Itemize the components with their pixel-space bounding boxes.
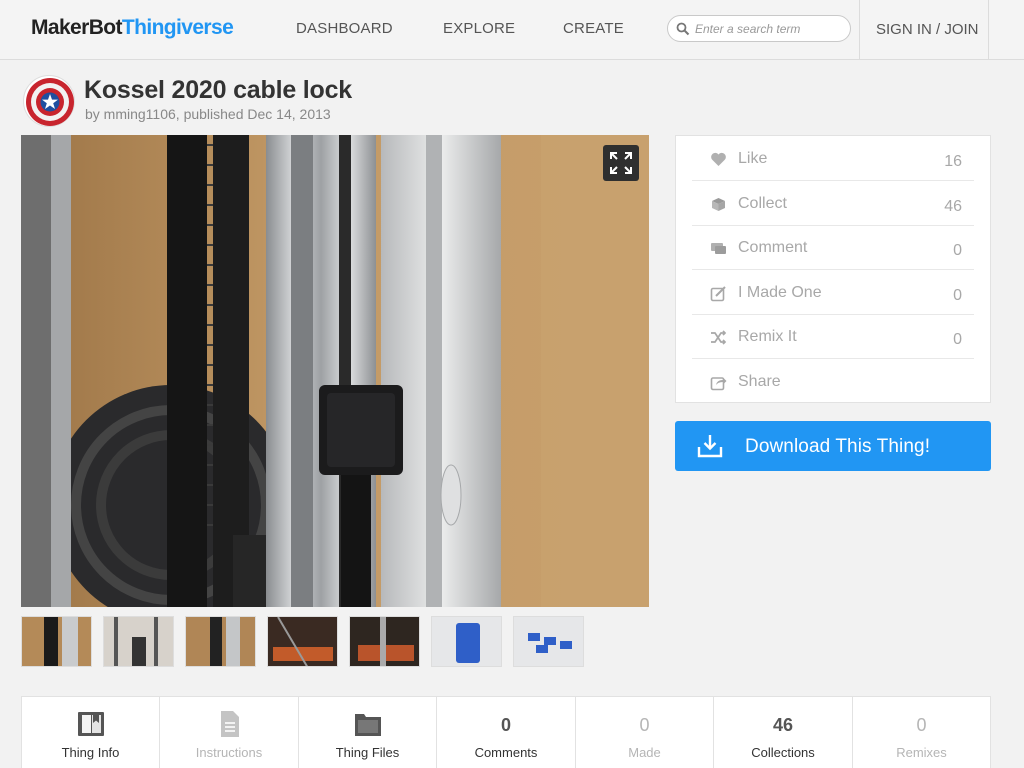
i-made-one-label: I Made One bbox=[738, 284, 822, 301]
thumbnail-7[interactable] bbox=[513, 616, 584, 667]
thumbnail-image bbox=[350, 617, 419, 666]
remix-it-count: 0 bbox=[953, 331, 962, 348]
download-label: Download This Thing! bbox=[745, 436, 931, 457]
tab-thing-files[interactable]: Thing Files bbox=[299, 697, 437, 768]
avatar[interactable] bbox=[23, 75, 75, 127]
tab-thing-files-label: Thing Files bbox=[335, 745, 400, 760]
sign-in-join-button[interactable]: SIGN IN / JOIN bbox=[859, 0, 989, 60]
download-button[interactable]: Download This Thing! bbox=[675, 421, 991, 471]
sign-in-label: SIGN IN / JOIN bbox=[876, 21, 979, 38]
comment-count: 0 bbox=[953, 242, 962, 259]
search-box bbox=[667, 15, 851, 42]
heart-icon bbox=[711, 152, 726, 166]
collect-icon bbox=[712, 198, 725, 211]
site-header: MakerBotThingiverse DASHBOARD EXPLORE CR… bbox=[0, 0, 1024, 60]
i-made-one-button[interactable]: I Made One 0 bbox=[692, 271, 974, 315]
logo-thingiverse: Thingiverse bbox=[121, 16, 234, 39]
thumbnail-image bbox=[514, 617, 583, 666]
comment-label: Comment bbox=[738, 239, 808, 256]
thumbnail-3[interactable] bbox=[185, 616, 256, 667]
fullscreen-button[interactable] bbox=[603, 145, 639, 181]
tab-remixes-label: Remixes bbox=[896, 745, 947, 760]
thing-actions-panel: Like 16 Collect 46 Comment 0 I Made One … bbox=[675, 135, 991, 403]
thumbnail-6[interactable] bbox=[431, 616, 502, 667]
thumbnail-image bbox=[432, 617, 501, 666]
like-button[interactable]: Like 16 bbox=[692, 137, 974, 181]
thumbnail-image bbox=[268, 617, 337, 666]
document-icon bbox=[221, 711, 239, 737]
thumbnail-4[interactable] bbox=[267, 616, 338, 667]
thumbnail-5[interactable] bbox=[349, 616, 420, 667]
comment-icon bbox=[711, 243, 726, 254]
tab-comments[interactable]: 0 Comments bbox=[437, 697, 576, 768]
nav-create[interactable]: CREATE bbox=[563, 20, 624, 37]
tab-instructions[interactable]: Instructions bbox=[160, 697, 299, 768]
shuffle-icon bbox=[711, 330, 727, 345]
i-made-one-count: 0 bbox=[953, 287, 962, 304]
comment-button[interactable]: Comment 0 bbox=[692, 226, 974, 270]
collect-count: 46 bbox=[944, 198, 962, 215]
tab-comments-label: Comments bbox=[474, 745, 538, 760]
made-count: 0 bbox=[639, 715, 650, 735]
remix-it-button[interactable]: Remix It 0 bbox=[692, 315, 974, 359]
tab-remixes[interactable]: 0 Remixes bbox=[853, 697, 990, 768]
nav-dashboard[interactable]: DASHBOARD bbox=[296, 20, 393, 37]
logo-makerbot: MakerBot bbox=[31, 16, 122, 39]
thumbnail-image bbox=[104, 617, 173, 666]
thumbnail-image bbox=[186, 617, 255, 666]
tab-thing-info[interactable]: Thing Info bbox=[22, 697, 160, 768]
remix-it-label: Remix It bbox=[738, 328, 797, 345]
comments-count: 0 bbox=[500, 715, 511, 735]
tab-collections-label: Collections bbox=[751, 745, 815, 760]
tab-made-label: Made bbox=[628, 745, 661, 760]
tab-made[interactable]: 0 Made bbox=[576, 697, 714, 768]
thing-byline: by mming1106, published Dec 14, 2013 bbox=[85, 106, 331, 122]
book-icon bbox=[78, 712, 104, 736]
thumbnail-image bbox=[22, 617, 91, 666]
download-icon bbox=[697, 435, 723, 458]
edit-icon bbox=[710, 286, 726, 302]
like-count: 16 bbox=[944, 153, 962, 170]
collect-label: Collect bbox=[738, 195, 787, 212]
like-label: Like bbox=[738, 150, 768, 167]
main-photo[interactable] bbox=[21, 135, 649, 607]
search-icon[interactable] bbox=[676, 22, 690, 36]
nav-explore[interactable]: EXPLORE bbox=[443, 20, 515, 37]
collect-button[interactable]: Collect 46 bbox=[692, 182, 974, 226]
printer-photo bbox=[21, 135, 649, 607]
tab-thing-info-label: Thing Info bbox=[61, 745, 120, 760]
folder-icon bbox=[355, 714, 381, 736]
thumbnail-1[interactable] bbox=[21, 616, 92, 667]
site-logo[interactable]: MakerBotThingiverse bbox=[31, 16, 234, 40]
expand-icon bbox=[610, 152, 632, 174]
share-label: Share bbox=[738, 373, 781, 390]
shield-avatar-icon bbox=[26, 78, 74, 126]
thumbnail-2[interactable] bbox=[103, 616, 174, 667]
collections-count: 46 bbox=[772, 715, 794, 735]
thing-title: Kossel 2020 cable lock bbox=[84, 76, 352, 104]
tab-instructions-label: Instructions bbox=[195, 745, 263, 760]
tab-collections[interactable]: 46 Collections bbox=[714, 697, 853, 768]
search-input[interactable] bbox=[695, 19, 845, 38]
remixes-count: 0 bbox=[916, 715, 927, 735]
thing-tabs: Thing Info Instructions Thing Files 0 Co… bbox=[21, 696, 991, 768]
share-icon bbox=[710, 377, 727, 391]
share-button[interactable]: Share bbox=[692, 360, 974, 404]
